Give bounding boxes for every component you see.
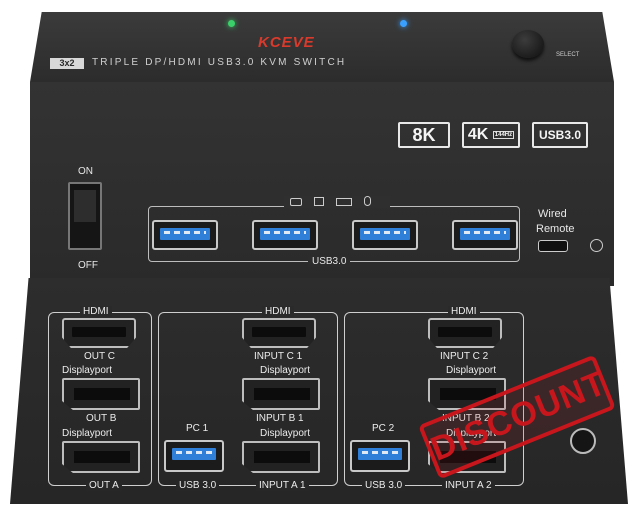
input-c1-label: INPUT C 1 bbox=[254, 351, 303, 362]
select-label: SELECT bbox=[556, 52, 580, 58]
remote-port[interactable] bbox=[538, 240, 568, 252]
out-hdmi-label: HDMI bbox=[80, 306, 112, 317]
pc1-dp1-label: Displayport bbox=[260, 365, 311, 376]
pc1-dp2-label: Displayport bbox=[260, 428, 311, 439]
power-off-label: OFF bbox=[78, 260, 98, 271]
input-b1-label: INPUT B 1 bbox=[256, 413, 304, 424]
badge-usb3: USB3.0 bbox=[532, 122, 588, 148]
kvm-top-unit: KCEVE 3x2 TRIPLE DP/HDMI USB3.0 KVM SWIT… bbox=[30, 0, 614, 286]
remote-jack-icon bbox=[590, 239, 603, 252]
pc1-hdmi-label: HDMI bbox=[262, 306, 294, 317]
keyboard-icon bbox=[336, 198, 352, 206]
out-dp1-label: Displayport bbox=[62, 365, 113, 376]
input-c1-hdmi-port[interactable] bbox=[242, 318, 316, 348]
badge-4k: 4K 144Hz bbox=[462, 122, 520, 148]
out-b-label: OUT B bbox=[86, 413, 117, 424]
status-led-green bbox=[228, 20, 235, 27]
product-line-title: TRIPLE DP/HDMI USB3.0 KVM SWITCH bbox=[92, 57, 347, 68]
remote-label-line1: Wired bbox=[538, 208, 567, 220]
printer-icon bbox=[314, 197, 324, 206]
front-usb-port-1[interactable] bbox=[152, 220, 218, 250]
pc2-usb3-port[interactable] bbox=[350, 440, 410, 472]
remote-label-line2: Remote bbox=[536, 223, 575, 235]
pc2-hdmi-label: HDMI bbox=[448, 306, 480, 317]
badge-8k: 8K bbox=[398, 122, 450, 148]
input-c2-hdmi-port[interactable] bbox=[428, 318, 502, 348]
input-b1-displayport[interactable] bbox=[242, 378, 320, 410]
brand-logo: KCEVE bbox=[258, 34, 315, 51]
pc2-dp1-label: Displayport bbox=[446, 365, 497, 376]
out-a-label: OUT A bbox=[86, 480, 122, 491]
badge-4k-sub: 144Hz bbox=[492, 130, 515, 139]
out-a-displayport[interactable] bbox=[62, 441, 140, 473]
badge-4k-main: 4K bbox=[467, 126, 489, 143]
power-switch[interactable] bbox=[68, 182, 102, 250]
input-c2-label: INPUT C 2 bbox=[440, 351, 489, 362]
power-switch-rocker bbox=[74, 190, 96, 222]
pc1-name-label: PC 1 bbox=[186, 423, 209, 434]
pc2-usb-label: USB 3.0 bbox=[362, 480, 406, 491]
status-led-blue bbox=[400, 20, 407, 27]
out-c-label: OUT C bbox=[84, 351, 115, 362]
usb-group-label: USB3.0 bbox=[308, 256, 351, 267]
pc2-name-label: PC 2 bbox=[372, 423, 395, 434]
front-usb-port-2[interactable] bbox=[252, 220, 318, 250]
device-icons bbox=[284, 196, 390, 208]
front-usb-port-4[interactable] bbox=[452, 220, 518, 250]
pc1-usb3-port[interactable] bbox=[164, 440, 224, 472]
out-c-hdmi-port[interactable] bbox=[62, 318, 136, 348]
dc-power-jack[interactable] bbox=[570, 428, 596, 454]
front-usb-port-3[interactable] bbox=[352, 220, 418, 250]
pc1-usb-label: USB 3.0 bbox=[176, 480, 220, 491]
out-dp2-label: Displayport bbox=[62, 428, 113, 439]
power-on-label: ON bbox=[78, 166, 93, 177]
mouse-icon bbox=[364, 196, 371, 206]
camera-icon bbox=[290, 198, 302, 206]
input-a1-displayport[interactable] bbox=[242, 441, 320, 473]
input-a2-label: INPUT A 2 bbox=[442, 480, 495, 491]
select-button[interactable] bbox=[512, 30, 544, 58]
input-a1-label: INPUT A 1 bbox=[256, 480, 309, 491]
out-b-displayport[interactable] bbox=[62, 378, 140, 410]
model-badge: 3x2 bbox=[50, 58, 84, 69]
